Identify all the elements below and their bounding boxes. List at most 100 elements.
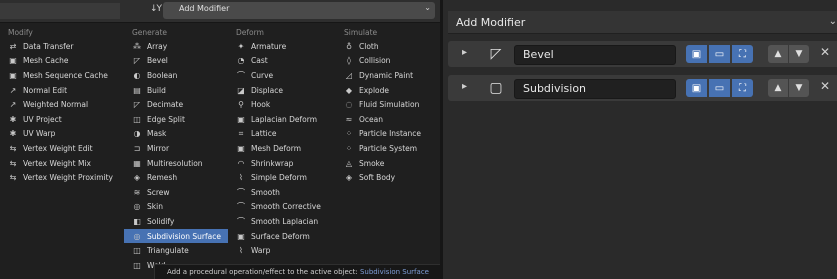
menu-item[interactable]: ▣ Laplacian Deform xyxy=(228,112,336,127)
menu-item[interactable]: ⌒ Curve xyxy=(228,68,336,83)
menu-item-label: Mesh Cache xyxy=(23,56,69,66)
menu-item[interactable]: ▦ Multiresolution xyxy=(124,156,228,171)
menu-search-area[interactable] xyxy=(0,3,120,19)
menu-item[interactable]: ◌ Fluid Simulation xyxy=(336,97,440,112)
menu-item-label: Particle Instance xyxy=(359,129,421,139)
menu-item[interactable]: ▤ Build xyxy=(124,83,228,98)
tooltip-text: Add a procedural operation/effect to the… xyxy=(167,268,358,276)
menu-item[interactable]: ◐ Boolean xyxy=(124,68,228,83)
menu-item[interactable]: ♁ Cloth xyxy=(336,39,440,54)
menu-item-label: Warp xyxy=(251,246,271,256)
menu-item[interactable]: ⌗ Lattice xyxy=(228,127,336,142)
menu-item-label: Ocean xyxy=(359,114,383,124)
menu-item[interactable]: ↗ Weighted Normal xyxy=(0,97,124,112)
menu-item[interactable]: ⌒ Smooth Corrective xyxy=(228,200,336,215)
modifier-type-icon: ▣ xyxy=(9,70,17,80)
menu-title: Add Modifier xyxy=(179,4,230,13)
render-toggle-icon[interactable]: ⛶ xyxy=(732,79,753,97)
move-up-button[interactable]: ▲ xyxy=(768,79,788,97)
menu-item[interactable]: ◸ Bevel xyxy=(124,54,228,69)
expand-triangle-icon[interactable]: ▸ xyxy=(462,81,467,92)
move-down-button[interactable]: ▼ xyxy=(789,79,809,97)
menu-item[interactable]: ✱ UV Project xyxy=(0,112,124,127)
add-modifier-menu: ↓Y Add Modifier ⌄ Modify ⇄ Data Transfer ▣ M… xyxy=(0,0,440,279)
menu-item[interactable]: ⌒ Smooth xyxy=(228,185,336,200)
menu-item[interactable]: ⁂ Array xyxy=(124,39,228,54)
close-icon[interactable]: ✕ xyxy=(820,45,830,59)
modifier-type-icon: ▣ xyxy=(237,143,245,153)
menu-item[interactable]: ▣ Mesh Cache xyxy=(0,54,124,69)
menu-item[interactable]: ⇆ Vertex Weight Mix xyxy=(0,156,124,171)
menu-item-label: UV Project xyxy=(23,114,62,124)
menu-item[interactable]: ◧ Solidify xyxy=(124,214,228,229)
menu-item[interactable]: ✦ Armature xyxy=(228,39,336,54)
menu-item-label: Smooth xyxy=(251,187,280,197)
menu-item[interactable]: ◎ Subdivision Surface xyxy=(124,228,228,244)
menu-item[interactable]: ◿ Dynamic Paint xyxy=(336,68,440,83)
menu-item[interactable]: ◬ Smoke xyxy=(336,156,440,171)
viewport-toggle-icon[interactable]: ▭ xyxy=(709,79,730,97)
menu-item[interactable]: ⌇ Warp xyxy=(228,243,336,258)
menu-item[interactable]: ⁘ Particle System xyxy=(336,141,440,156)
menu-item[interactable]: ✱ UV Warp xyxy=(0,127,124,142)
menu-item[interactable]: ◠ Shrinkwrap xyxy=(228,156,336,171)
menu-item[interactable]: ◸ Decimate xyxy=(124,97,228,112)
menu-item[interactable]: ▣ Surface Deform xyxy=(228,229,336,244)
modifier-type-icon: ◪ xyxy=(237,85,245,95)
modifier-name: Bevel xyxy=(523,48,554,61)
menu-item[interactable]: ◫ Triangulate xyxy=(124,243,228,258)
move-up-button[interactable]: ▲ xyxy=(768,45,788,63)
edit-mode-toggle-icon[interactable]: ▣ xyxy=(686,45,707,63)
render-toggle-icon[interactable]: ⛶ xyxy=(732,45,753,63)
menu-item[interactable]: ◎ Skin xyxy=(124,200,228,215)
menu-item[interactable]: ◊ Collision xyxy=(336,54,440,69)
menu-item[interactable]: ◫ Edge Split xyxy=(124,112,228,127)
menu-column-heading: Generate xyxy=(132,28,168,37)
subdivision-modifier-icon: ▢ xyxy=(489,80,503,96)
chevron-down-icon: ⌄ xyxy=(424,3,431,12)
modifier-name-field[interactable]: Bevel xyxy=(514,45,676,65)
menu-item[interactable]: ⌇ Simple Deform xyxy=(228,170,336,185)
modifier-type-icon: ◫ xyxy=(133,114,141,124)
move-down-button[interactable]: ▼ xyxy=(789,45,809,63)
modifier-type-icon: ⇆ xyxy=(9,158,17,168)
tooltip: Add a procedural operation/effect to the… xyxy=(154,264,440,279)
close-icon[interactable]: ✕ xyxy=(820,79,830,93)
menu-item-label: Collision xyxy=(359,56,391,66)
edit-mode-toggle-icon[interactable]: ▣ xyxy=(686,79,707,97)
menu-item-label: Smoke xyxy=(359,158,385,168)
menu-column-simulate: Simulate ♁ Cloth ◊ Collision ◿ Dynamic Paint ◆ E… xyxy=(336,28,440,185)
menu-title-dropdown[interactable]: Add Modifier ⌄ xyxy=(163,2,435,19)
menu-item[interactable]: ≋ Screw xyxy=(124,185,228,200)
menu-item[interactable]: ⇆ Vertex Weight Edit xyxy=(0,141,124,156)
menu-item-label: Cast xyxy=(251,56,268,66)
menu-item-label: Displace xyxy=(251,85,283,95)
add-modifier-dropdown[interactable]: Add Modifier ⌄ xyxy=(448,11,837,34)
modifier-type-icon: ◔ xyxy=(237,56,245,66)
menu-item[interactable]: ⁘ Particle Instance xyxy=(336,127,440,142)
menu-item-label: Soft Body xyxy=(359,173,396,183)
modifier-name-field[interactable]: Subdivision xyxy=(514,79,676,99)
menu-item-label: Remesh xyxy=(147,173,178,183)
menu-item[interactable]: ▣ Mesh Deform xyxy=(228,141,336,156)
menu-item[interactable]: ◈ Soft Body xyxy=(336,170,440,185)
menu-item[interactable]: ≈ Ocean xyxy=(336,112,440,127)
menu-item[interactable]: ↗ Normal Edit xyxy=(0,83,124,98)
menu-item[interactable]: ▣ Mesh Sequence Cache xyxy=(0,68,124,83)
menu-item[interactable]: ⚲ Hook xyxy=(228,97,336,112)
menu-item[interactable]: ◈ Remesh xyxy=(124,170,228,185)
modifier-type-icon: ⌇ xyxy=(239,173,243,183)
expand-triangle-icon[interactable]: ▸ xyxy=(462,47,467,58)
viewport-toggle-icon[interactable]: ▭ xyxy=(709,45,730,63)
menu-item[interactable]: ⊐ Mirror xyxy=(124,141,228,156)
menu-item[interactable]: ◆ Explode xyxy=(336,83,440,98)
menu-item[interactable]: ⌒ Smooth Laplacian xyxy=(228,214,336,229)
filter-icon[interactable]: ↓Y xyxy=(150,4,162,14)
menu-item[interactable]: ⇆ Vertex Weight Proximity xyxy=(0,170,124,185)
menu-item[interactable]: ◪ Displace xyxy=(228,83,336,98)
menu-item[interactable]: ⇄ Data Transfer xyxy=(0,39,124,54)
menu-item[interactable]: ◑ Mask xyxy=(124,127,228,142)
menu-item-label: Vertex Weight Edit xyxy=(23,143,93,153)
menu-item[interactable]: ◔ Cast xyxy=(228,54,336,69)
modifier-type-icon: ◑ xyxy=(133,129,141,139)
